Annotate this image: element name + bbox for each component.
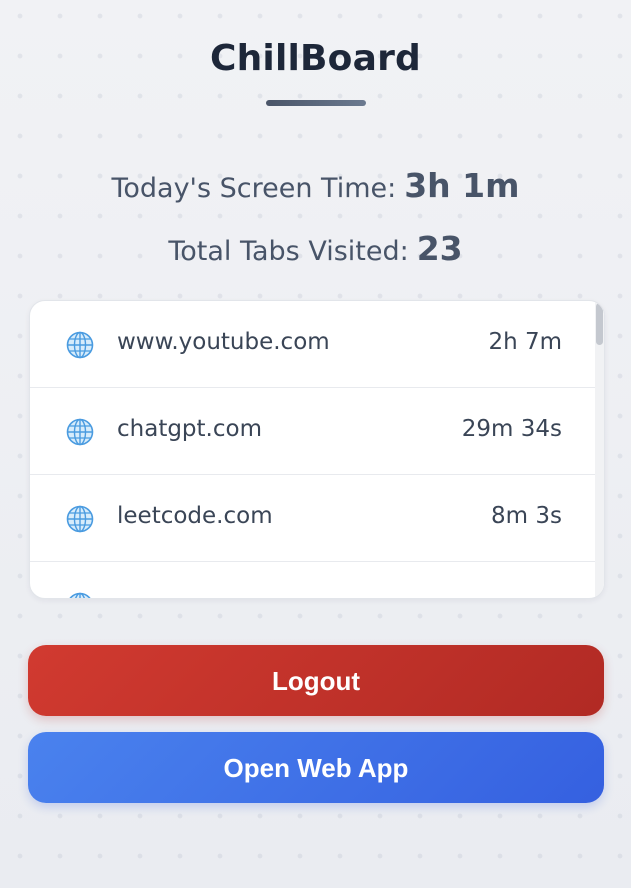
- tabs-visited-value: 23: [416, 229, 463, 268]
- open-web-app-button[interactable]: Open Web App: [28, 732, 604, 803]
- globe-icon: [66, 505, 94, 533]
- site-duration: 2h 7m: [488, 329, 562, 355]
- site-duration: 29m 34s: [461, 416, 562, 442]
- screen-time-stat: Today's Screen Time: 3h 1m: [0, 166, 631, 205]
- tabs-visited-label: Total Tabs Visited:: [168, 236, 409, 267]
- logout-button[interactable]: Logout: [28, 645, 604, 716]
- site-usage-list[interactable]: www.youtube.com 2h 7m chatgpt.com 29m 34…: [29, 300, 605, 599]
- list-item-partial: [30, 562, 596, 598]
- list-item: www.youtube.com 2h 7m: [30, 301, 596, 388]
- list-item: chatgpt.com 29m 34s: [30, 388, 596, 475]
- site-domain: www.youtube.com: [117, 329, 330, 355]
- globe-icon: [66, 418, 94, 446]
- globe-icon: [69, 592, 91, 598]
- globe-icon: [66, 331, 94, 359]
- tabs-visited-stat: Total Tabs Visited: 23: [0, 229, 631, 268]
- app-title: ChillBoard: [209, 38, 422, 79]
- scrollbar-thumb[interactable]: [596, 303, 603, 345]
- list-item: leetcode.com 8m 3s: [30, 475, 596, 562]
- site-domain: chatgpt.com: [117, 416, 262, 442]
- site-duration: 8m 3s: [491, 503, 562, 529]
- title-underline: [266, 100, 366, 106]
- screen-time-value: 3h 1m: [404, 166, 520, 205]
- screen-time-label: Today's Screen Time:: [111, 173, 397, 204]
- list-scrollbar[interactable]: [595, 301, 604, 598]
- site-domain: leetcode.com: [117, 503, 273, 529]
